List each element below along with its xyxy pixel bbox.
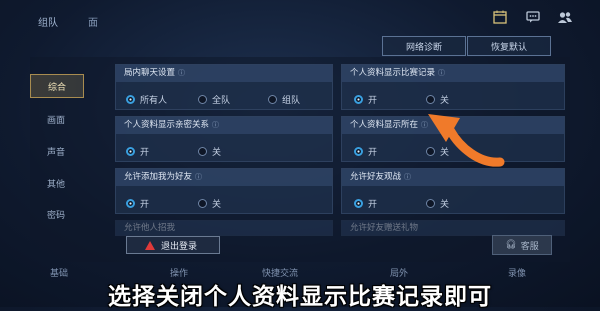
info-icon: ⓘ xyxy=(212,121,220,129)
headset-icon: 🎧︎ xyxy=(505,240,517,250)
radio-icon xyxy=(426,95,435,104)
card-title: 允许他人招我 xyxy=(116,221,332,235)
pointer-arrow-icon xyxy=(428,114,505,167)
tab-team[interactable]: 组队 xyxy=(38,14,58,29)
radio-selected-icon xyxy=(126,147,135,156)
radio-icon xyxy=(426,199,435,208)
option-label: 开 xyxy=(368,200,378,210)
warning-icon xyxy=(145,240,155,250)
info-icon: ⓘ xyxy=(438,69,446,77)
option-group[interactable]: 组队 xyxy=(268,93,300,106)
radio-icon xyxy=(268,95,277,104)
radio-selected-icon xyxy=(354,147,363,156)
radio-selected-icon xyxy=(126,199,135,208)
sidebar-item-display[interactable]: 画面 xyxy=(30,108,82,130)
settings-sidebar: 综合 画面 声音 其他 密码 xyxy=(30,62,90,262)
option-all[interactable]: 所有人 xyxy=(126,93,167,106)
card-allow-friend-spectate: 允许好友观战 ⓘ 开 关 xyxy=(341,168,565,214)
radio-selected-icon xyxy=(354,95,363,104)
option-off[interactable]: 关 xyxy=(198,145,221,158)
card-chat-setting: 局内聊天设置 ⓘ 所有人 全队 组队 xyxy=(115,64,333,110)
option-label: 开 xyxy=(368,148,378,158)
option-label: 所有人 xyxy=(140,96,168,106)
card-title: 允许好友观战 xyxy=(350,172,402,182)
option-label: 组队 xyxy=(282,96,301,106)
info-icon: ⓘ xyxy=(178,69,186,77)
option-label: 关 xyxy=(212,200,222,210)
option-on[interactable]: 开 xyxy=(126,145,149,158)
option-on[interactable]: 开 xyxy=(354,197,377,210)
chat-icon[interactable] xyxy=(525,10,541,24)
card-title: 局内聊天设置 xyxy=(124,68,176,78)
radio-selected-icon xyxy=(354,199,363,208)
tab-replay[interactable]: 录像 xyxy=(508,266,526,279)
sidebar-item-general[interactable]: 综合 xyxy=(30,74,84,98)
tab-basic[interactable]: 基础 xyxy=(50,266,68,279)
logout-label: 退出登录 xyxy=(161,241,198,252)
card-show-intimacy: 个人资料显示亲密关系 ⓘ 开 关 xyxy=(115,116,333,162)
option-label: 关 xyxy=(212,148,222,158)
card-partial-left: 允许他人招我 xyxy=(115,220,333,236)
caption-text: 选择关闭个人资料显示比赛记录即可 xyxy=(108,283,492,310)
option-label: 开 xyxy=(140,200,150,210)
option-on[interactable]: 开 xyxy=(354,145,377,158)
option-label: 开 xyxy=(140,148,150,158)
logout-button[interactable]: 退出登录 xyxy=(126,236,220,254)
card-title: 允许好友赠送礼物 xyxy=(342,221,564,235)
option-off[interactable]: 关 xyxy=(198,197,221,210)
option-label: 全队 xyxy=(212,96,231,106)
network-diagnose-button[interactable]: 网络诊断 xyxy=(382,36,466,56)
info-icon: ⓘ xyxy=(195,173,203,181)
radio-icon xyxy=(198,199,207,208)
option-off[interactable]: 关 xyxy=(426,197,449,210)
card-title: 个人资料显示亲密关系 xyxy=(124,120,210,130)
card-title: 允许添加我为好友 xyxy=(124,172,193,182)
sidebar-item-sound[interactable]: 声音 xyxy=(30,140,82,162)
radio-icon xyxy=(198,95,207,104)
calendar-icon[interactable] xyxy=(492,10,508,24)
service-label: 客服 xyxy=(520,241,539,252)
option-label: 开 xyxy=(368,96,378,106)
option-team[interactable]: 全队 xyxy=(198,93,230,106)
option-label: 关 xyxy=(440,200,450,210)
info-icon: ⓘ xyxy=(404,173,412,181)
tab-face[interactable]: 面 xyxy=(88,14,98,29)
customer-service-button[interactable]: 🎧︎ 客服 xyxy=(492,235,552,255)
option-on[interactable]: 开 xyxy=(354,93,377,106)
option-on[interactable]: 开 xyxy=(126,197,149,210)
radio-selected-icon xyxy=(126,95,135,104)
friends-icon[interactable] xyxy=(557,10,573,24)
radio-icon xyxy=(198,147,207,156)
reset-default-button[interactable]: 恢复默认 xyxy=(467,36,551,56)
card-partial-right: 允许好友赠送礼物 xyxy=(341,220,565,236)
sidebar-item-other[interactable]: 其他 xyxy=(30,172,82,194)
card-allow-add-friend: 允许添加我为好友 ⓘ 开 关 xyxy=(115,168,333,214)
sidebar-item-password[interactable]: 密码 xyxy=(30,203,82,225)
card-title: 个人资料显示比赛记录 xyxy=(350,68,436,78)
